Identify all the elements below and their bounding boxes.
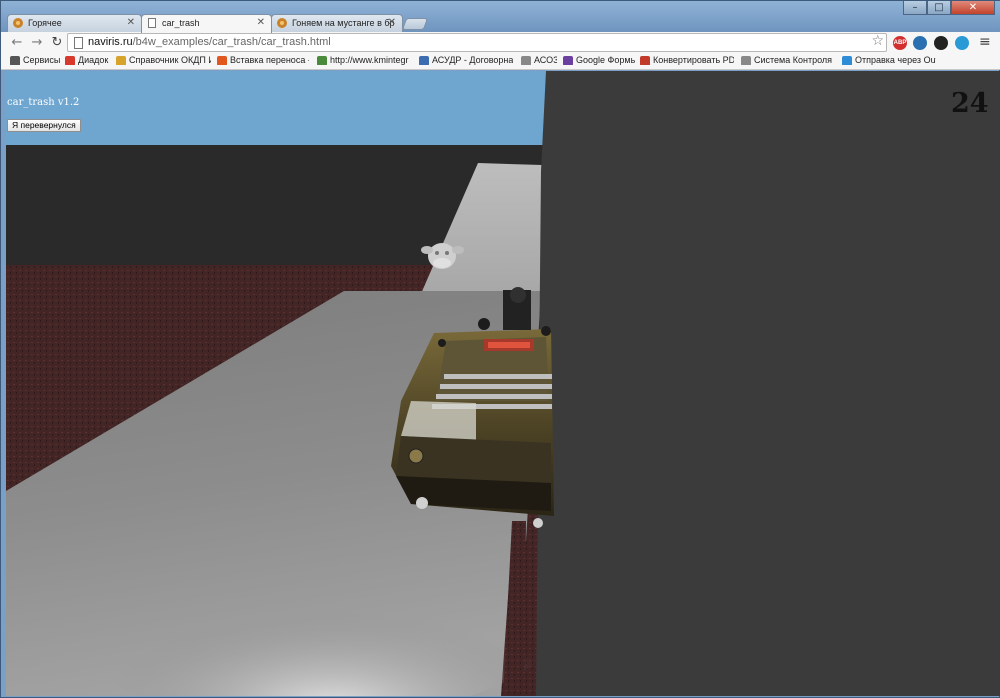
cloud-icon <box>65 56 75 65</box>
new-tab-button[interactable] <box>401 18 429 30</box>
close-tab-icon[interactable]: ✕ <box>388 17 396 28</box>
adblock-icon[interactable]: ABP <box>893 36 907 50</box>
tab-label: Гоняем на мустанге в бр <box>292 18 395 28</box>
sky <box>6 71 546 149</box>
tab-hot[interactable]: Горячее ✕ <box>7 14 142 32</box>
page-icon <box>147 18 157 28</box>
maximize-button[interactable]: □ <box>927 1 951 15</box>
bookmark-item[interactable]: Справочник ОКДП И <box>116 55 211 65</box>
close-tab-icon[interactable]: ✕ <box>257 17 265 28</box>
game-title: car_trash v1.2 <box>7 97 80 108</box>
tab-favicon-icon <box>13 18 23 28</box>
bookmark-item[interactable]: Сервисы <box>10 55 60 65</box>
bookmark-favicon-icon <box>116 56 126 65</box>
tab-car-trash[interactable]: car_trash ✕ <box>141 14 272 33</box>
bookmark-item[interactable]: http://www.kmintegr <box>317 55 409 65</box>
bookmark-item[interactable]: Диадок <box>65 55 111 65</box>
bookmark-star-icon[interactable]: ☆ <box>871 33 884 49</box>
flip-button[interactable]: Я перевернулся <box>7 119 81 132</box>
forms-icon <box>563 56 573 65</box>
score-counter: 24 <box>951 88 989 119</box>
tab-strip: Горячее ✕ car_trash ✕ Гоняем на мустанге… <box>1 1 1000 33</box>
windows-icon <box>842 56 852 65</box>
minimize-button[interactable]: – <box>903 1 927 15</box>
menu-icon[interactable]: ≡ <box>979 34 991 50</box>
reload-icon[interactable]: ↻ <box>49 35 65 51</box>
apps-grid-icon <box>10 56 20 65</box>
bookmark-item[interactable]: Отправка через Outl <box>842 55 936 65</box>
close-tab-icon[interactable]: ✕ <box>127 17 135 28</box>
close-window-button[interactable]: ✕ <box>951 1 995 15</box>
game-canvas[interactable]: car_trash v1.2 Я перевернулся 24 <box>6 71 1000 696</box>
bookmark-item[interactable]: АСОЗ <box>521 55 557 65</box>
bookmark-favicon-icon <box>317 56 327 65</box>
page-icon <box>521 56 531 65</box>
tab-label: car_trash <box>162 18 200 28</box>
browser-window: Горячее ✕ car_trash ✕ Гоняем на мустанге… <box>0 0 1000 698</box>
tab-label: Горячее <box>28 18 62 28</box>
address-bar[interactable]: naviris.ru/b4w_examples/car_trash/car_tr… <box>67 33 887 52</box>
bookmark-item[interactable]: АСУДР - Договорная <box>419 55 513 65</box>
page-icon <box>741 56 751 65</box>
forward-arrow-icon[interactable]: → <box>29 35 45 51</box>
bookmark-item[interactable]: Google Формы <box>563 55 635 65</box>
extension-icon-4[interactable] <box>955 36 969 50</box>
game-scene <box>6 71 1000 696</box>
bookmark-item[interactable]: Вставка переноса - V <box>217 55 309 65</box>
extension-icon-3[interactable] <box>934 36 948 50</box>
back-arrow-icon[interactable]: ← <box>9 35 25 51</box>
shield-icon <box>640 56 650 65</box>
tab-favicon-icon <box>277 18 287 28</box>
url-text: naviris.ru/b4w_examples/car_trash/car_tr… <box>88 36 331 48</box>
bookmark-favicon-icon <box>419 56 429 65</box>
wall <box>536 71 1000 696</box>
bookmark-item[interactable]: Система Контроля Б <box>741 55 835 65</box>
toolbar: ← → ↻ naviris.ru/b4w_examples/car_trash/… <box>1 32 1000 53</box>
tab-mustang[interactable]: Гоняем на мустанге в бр ✕ <box>271 14 403 32</box>
extension-icon-2[interactable] <box>913 36 927 50</box>
bookmark-item[interactable]: Конвертировать PDF <box>640 55 734 65</box>
page-icon <box>74 37 83 49</box>
bookmarks-bar: Сервисы Диадок Справочник ОКДП И Вставка… <box>1 53 1000 70</box>
office-icon <box>217 56 227 65</box>
